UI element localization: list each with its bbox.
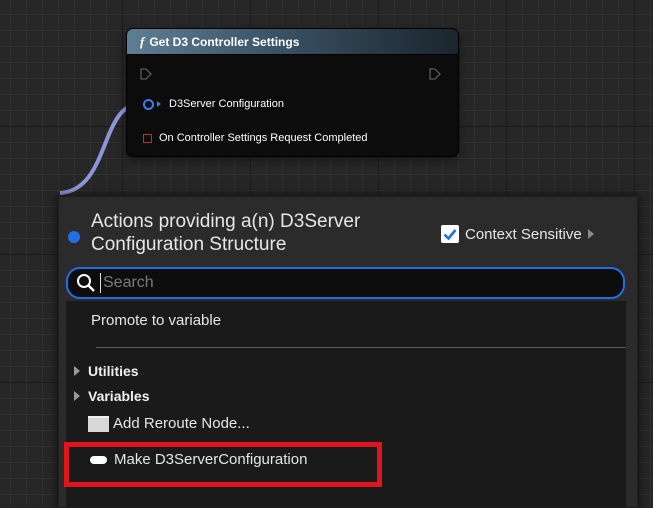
category-utilities[interactable]: Utilities: [74, 363, 139, 379]
chevron-right-icon[interactable]: [74, 366, 80, 376]
category-label: Variables: [88, 388, 150, 404]
function-icon: f: [140, 33, 145, 49]
struct-type-icon: [68, 231, 80, 243]
chevron-right-icon[interactable]: [587, 229, 594, 239]
search-icon: [77, 274, 95, 292]
pin-d3server-configuration[interactable]: D3Server Configuration: [143, 98, 284, 110]
context-sensitive-label: Context Sensitive: [465, 225, 582, 243]
menu-header: Actions providing a(n) D3Server Configur…: [59, 197, 637, 267]
node-header[interactable]: f Get D3 Controller Settings: [127, 29, 458, 55]
menu-title: Actions providing a(n) D3Server Configur…: [91, 211, 361, 255]
exec-in-pin-icon[interactable]: [140, 68, 152, 80]
divider: [96, 347, 626, 348]
highlight-annotation-box: [64, 442, 382, 487]
pin-label: On Controller Settings Request Completed: [159, 132, 368, 144]
search-input[interactable]: [100, 273, 605, 293]
promote-to-variable-item[interactable]: Promote to variable: [91, 312, 221, 329]
struct-pin-icon[interactable]: [143, 98, 154, 110]
category-variables[interactable]: Variables: [74, 388, 150, 404]
item-label: Add Reroute Node...: [113, 415, 250, 432]
pin-on-controller-settings-request-completed[interactable]: On Controller Settings Request Completed: [143, 132, 368, 144]
checkmark-icon: [443, 229, 457, 241]
delegate-pin-icon[interactable]: [143, 133, 152, 143]
context-sensitive-toggle[interactable]: Context Sensitive: [441, 225, 594, 243]
reroute-node-icon: [88, 415, 109, 432]
search-box[interactable]: [66, 267, 625, 299]
pin-label: D3Server Configuration: [169, 98, 284, 110]
get-d3-controller-settings-node[interactable]: f Get D3 Controller Settings D3Server Co…: [127, 29, 458, 156]
exec-out-pin-icon[interactable]: [429, 68, 441, 80]
add-reroute-node-item[interactable]: Add Reroute Node...: [88, 415, 250, 432]
chevron-right-icon[interactable]: [74, 391, 80, 401]
context-sensitive-checkbox[interactable]: [441, 225, 459, 243]
node-title: Get D3 Controller Settings: [149, 34, 300, 49]
pin-arrow-icon: [157, 101, 161, 107]
category-label: Utilities: [88, 363, 139, 379]
